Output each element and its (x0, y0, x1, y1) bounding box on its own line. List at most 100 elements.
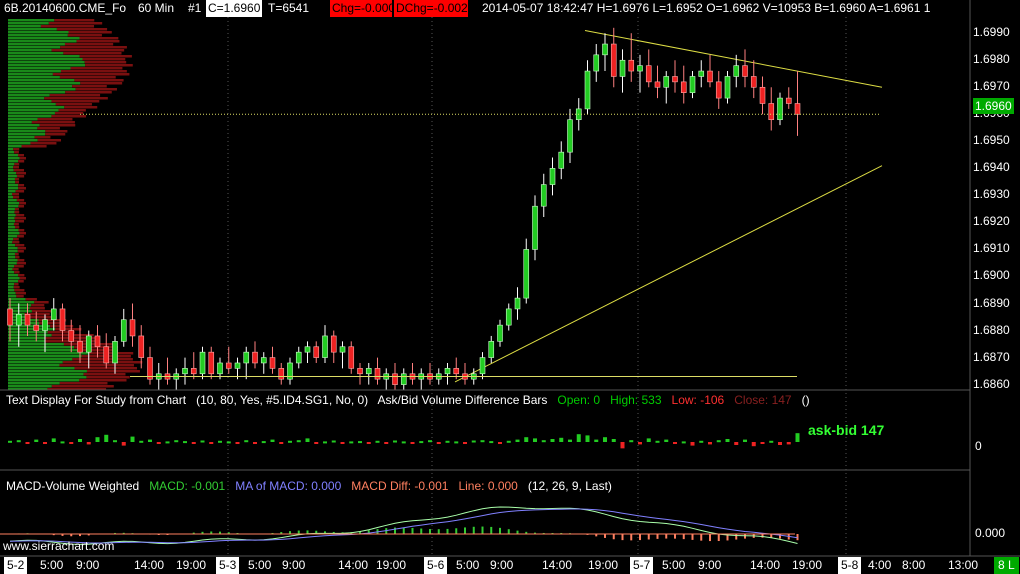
diff-bar (769, 440, 774, 443)
time-hour-label: 9:00 (76, 558, 100, 572)
interval-label[interactable]: 60 Min (138, 0, 174, 17)
candle-body (567, 119, 573, 153)
time-hour-label: 14:00 (750, 558, 781, 572)
candle-body (7, 308, 13, 326)
profile-bid (30, 142, 57, 145)
candle-body (357, 368, 363, 375)
profile-ask (8, 358, 73, 361)
candle-body (278, 368, 285, 380)
profile-ask (8, 274, 19, 277)
study2-title: MACD-Volume Weighted (6, 479, 140, 493)
profile-ask (8, 346, 75, 349)
close-value: C=1.6960 (206, 0, 263, 17)
diff-bar (218, 440, 222, 443)
profile-ask (8, 193, 13, 196)
profile-ask (8, 154, 19, 157)
profile-bid (68, 31, 112, 34)
diff-bar (305, 438, 310, 442)
profile-bid (19, 277, 26, 280)
time-date-label: 5-3 (216, 557, 240, 574)
profile-bid (63, 52, 122, 55)
profile-ask (8, 292, 16, 295)
diff-bar (760, 442, 765, 444)
diff-bar (559, 437, 564, 442)
study1-paren: () (801, 393, 810, 407)
diff-bar (165, 441, 170, 444)
profile-bid (79, 55, 132, 58)
diff-bar (253, 442, 257, 444)
profile-ask (8, 85, 73, 88)
candle-body (260, 357, 267, 364)
time-hour-label: 19:00 (376, 558, 407, 572)
profile-bid (29, 307, 45, 310)
diff-bar (8, 440, 12, 443)
profile-ask (8, 286, 14, 289)
diff-bar (594, 439, 599, 442)
study2-line: Line: 0.000 (458, 479, 518, 493)
candle-body (208, 351, 215, 375)
diff-bar (331, 440, 336, 443)
diff-bar (393, 440, 397, 443)
profile-ask (8, 241, 13, 244)
profile-bid (18, 160, 25, 163)
candle-body (304, 346, 311, 353)
profile-bid (14, 283, 19, 286)
candle-body (444, 368, 451, 375)
study2-header: MACD-Volume Weighted MACD: -0.001 MA of … (6, 478, 612, 494)
diff-bar (708, 442, 712, 445)
diff-bar (183, 441, 187, 444)
diff-bar (480, 440, 485, 443)
study1-axis-zero: 0 (975, 439, 982, 453)
profile-ask (8, 223, 14, 226)
diff-bar (401, 441, 406, 444)
candle-body (453, 368, 460, 375)
profile-ask (8, 187, 19, 190)
diff-bar (550, 438, 555, 442)
profile-ask (8, 238, 14, 241)
diff-bar (209, 442, 214, 444)
candle-body (234, 362, 241, 369)
candle-body (750, 76, 757, 88)
corner-indicator[interactable]: 8 L (994, 557, 1019, 574)
profile-ask (8, 106, 65, 109)
profile-ask (8, 31, 69, 34)
time-hour-label: 19:00 (176, 558, 207, 572)
diff-bar (43, 442, 47, 444)
price-tick: 1.6870 (973, 349, 1010, 364)
candle-body (768, 103, 775, 121)
time-hour-label: 14:00 (542, 558, 573, 572)
candle-body (505, 308, 512, 326)
diff-bar (603, 437, 607, 442)
diff-bar (629, 440, 634, 443)
diff-bar (541, 440, 546, 443)
profile-bid (18, 229, 25, 232)
diff-bar (743, 439, 747, 442)
time-hour-label: 13:00 (948, 558, 979, 572)
candle-body (269, 357, 276, 369)
candle-body (488, 341, 495, 358)
profile-bid (14, 226, 20, 229)
profile-ask (8, 151, 15, 154)
study1-low: Low: -106 (671, 393, 725, 407)
time-hour-label: 5:00 (456, 558, 480, 572)
price-tick: 1.6860 (973, 376, 1010, 391)
candle-body (777, 97, 783, 121)
profile-ask (8, 67, 71, 70)
profile-ask (8, 127, 38, 130)
study1-high: High: 533 (610, 393, 662, 407)
diff-bar (235, 442, 240, 444)
diff-bar (139, 440, 144, 443)
profile-bid (88, 352, 134, 355)
candle-body (637, 65, 643, 72)
profile-bid (31, 304, 45, 307)
profile-ask (8, 160, 19, 163)
candle-body (549, 168, 556, 185)
diff-bar (60, 441, 65, 444)
profile-bid (14, 289, 25, 292)
price-tick: 1.6980 (973, 52, 1010, 67)
candle-body (400, 373, 407, 385)
symbol-label[interactable]: 6B.20140600.CME_Fo (4, 0, 126, 17)
diff-bar (69, 442, 74, 444)
price-tick: 1.6970 (973, 79, 1010, 94)
diff-bar (288, 440, 292, 443)
